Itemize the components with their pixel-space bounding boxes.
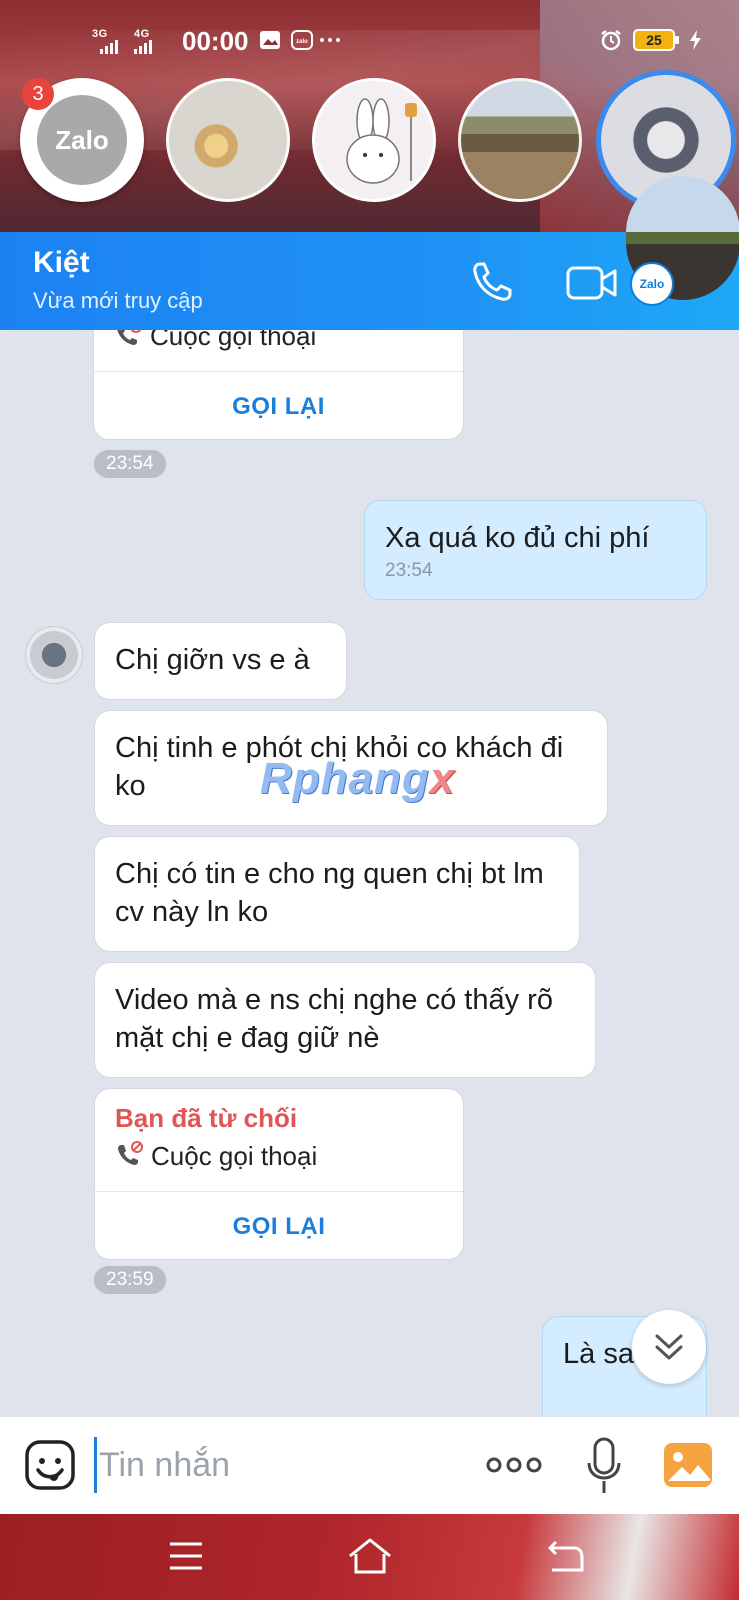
zalo-mini-logo-icon: Zalo bbox=[630, 262, 674, 306]
incoming-message[interactable]: Video mà e ns chị nghe có thấy rõ mặt ch… bbox=[94, 962, 596, 1078]
chat-head-avatar[interactable] bbox=[312, 78, 436, 202]
battery-indicator: 25 bbox=[633, 29, 679, 51]
clock: 00:00 bbox=[182, 26, 249, 56]
incoming-message[interactable]: Chị có tin e cho ng quen chị bt lm cv nà… bbox=[94, 836, 580, 952]
microphone-button[interactable] bbox=[586, 1437, 622, 1495]
charging-icon bbox=[690, 30, 701, 50]
watermark-text: x bbox=[429, 754, 456, 803]
chat-head-avatar[interactable] bbox=[166, 78, 290, 202]
home-icon[interactable] bbox=[346, 1536, 394, 1576]
call-status: Bạn đã từ chối bbox=[115, 1103, 298, 1133]
signal-icon bbox=[100, 40, 118, 54]
signal-icon bbox=[134, 40, 152, 54]
system-nav-bar bbox=[0, 1514, 739, 1600]
call-back-button[interactable]: GỌI LẠI bbox=[95, 1213, 463, 1241]
call-card: Bạn đã từ chối Cuộc gọi thoại GỌI LẠI bbox=[94, 1088, 464, 1260]
gallery-notification-icon bbox=[260, 31, 280, 49]
svg-text:zalo: zalo bbox=[296, 39, 308, 45]
status-bar: 3G 4G 00:00 zalo 25 bbox=[0, 0, 739, 80]
emoji-button[interactable] bbox=[24, 1439, 76, 1491]
missed-call-icon bbox=[117, 330, 142, 345]
message-input[interactable] bbox=[94, 1437, 454, 1493]
declined-call-icon bbox=[118, 1141, 143, 1165]
message-text: Xa quá ko đủ chi phí bbox=[385, 522, 650, 554]
call-card: Cuộc gọi thoại GỌI LẠI bbox=[93, 330, 464, 440]
incoming-message[interactable]: Chị giỡn vs e à bbox=[94, 622, 347, 700]
double-chevron-down-icon bbox=[655, 1334, 683, 1360]
outgoing-message[interactable]: Xa quá ko đủ chi phí 23:54 bbox=[364, 500, 707, 600]
back-icon[interactable] bbox=[540, 1536, 588, 1576]
divider bbox=[94, 371, 463, 372]
message-list[interactable]: Cuộc gọi thoại GỌI LẠI 23:54 Xa quá ko đ… bbox=[0, 330, 739, 1416]
more-notifications-icon bbox=[320, 38, 340, 42]
chat-head-avatar[interactable] bbox=[458, 78, 582, 202]
watermark-text: Rphang bbox=[260, 754, 430, 803]
call-type-row: Cuộc gọi thoại bbox=[114, 330, 316, 352]
contact-status: Vừa mới truy cập bbox=[33, 288, 203, 313]
voice-call-button[interactable] bbox=[466, 256, 518, 308]
time-stamp: 23:59 bbox=[94, 1266, 166, 1294]
zalo-notification-icon: zalo bbox=[291, 30, 313, 50]
scroll-to-bottom-button[interactable] bbox=[632, 1310, 706, 1384]
menu-icon[interactable] bbox=[162, 1536, 210, 1576]
more-icon[interactable] bbox=[486, 1453, 542, 1477]
call-back-button[interactable]: GỌI LẠI bbox=[94, 393, 463, 421]
video-call-button[interactable] bbox=[566, 260, 618, 306]
message-text: Chị có tin e cho ng quen chị bt lm cv nà… bbox=[115, 858, 544, 928]
sender-avatar[interactable] bbox=[25, 626, 83, 684]
call-type-label: Cuộc gọi thoại bbox=[151, 1141, 318, 1171]
alarm-icon bbox=[601, 30, 621, 51]
divider bbox=[95, 1191, 463, 1192]
time-stamp: 23:54 bbox=[94, 450, 166, 478]
call-type-row: Cuộc gọi thoại bbox=[115, 1141, 317, 1172]
watermark: Rphangx bbox=[260, 754, 455, 804]
composer-bar bbox=[0, 1416, 739, 1514]
message-text: Chị giỡn vs e à bbox=[115, 644, 310, 676]
gallery-button[interactable] bbox=[662, 1441, 714, 1489]
message-time: 23:54 bbox=[385, 560, 433, 581]
network-label-2: 4G bbox=[134, 28, 150, 40]
call-type-label: Cuộc gọi thoại bbox=[150, 330, 317, 351]
contact-name[interactable]: Kiệt bbox=[33, 246, 90, 280]
message-text: Video mà e ns chị nghe có thấy rõ mặt ch… bbox=[115, 984, 553, 1054]
network-label-1: 3G bbox=[92, 28, 108, 40]
unread-badge: 3 bbox=[22, 78, 54, 110]
zalo-logo-icon: Zalo bbox=[37, 95, 127, 185]
